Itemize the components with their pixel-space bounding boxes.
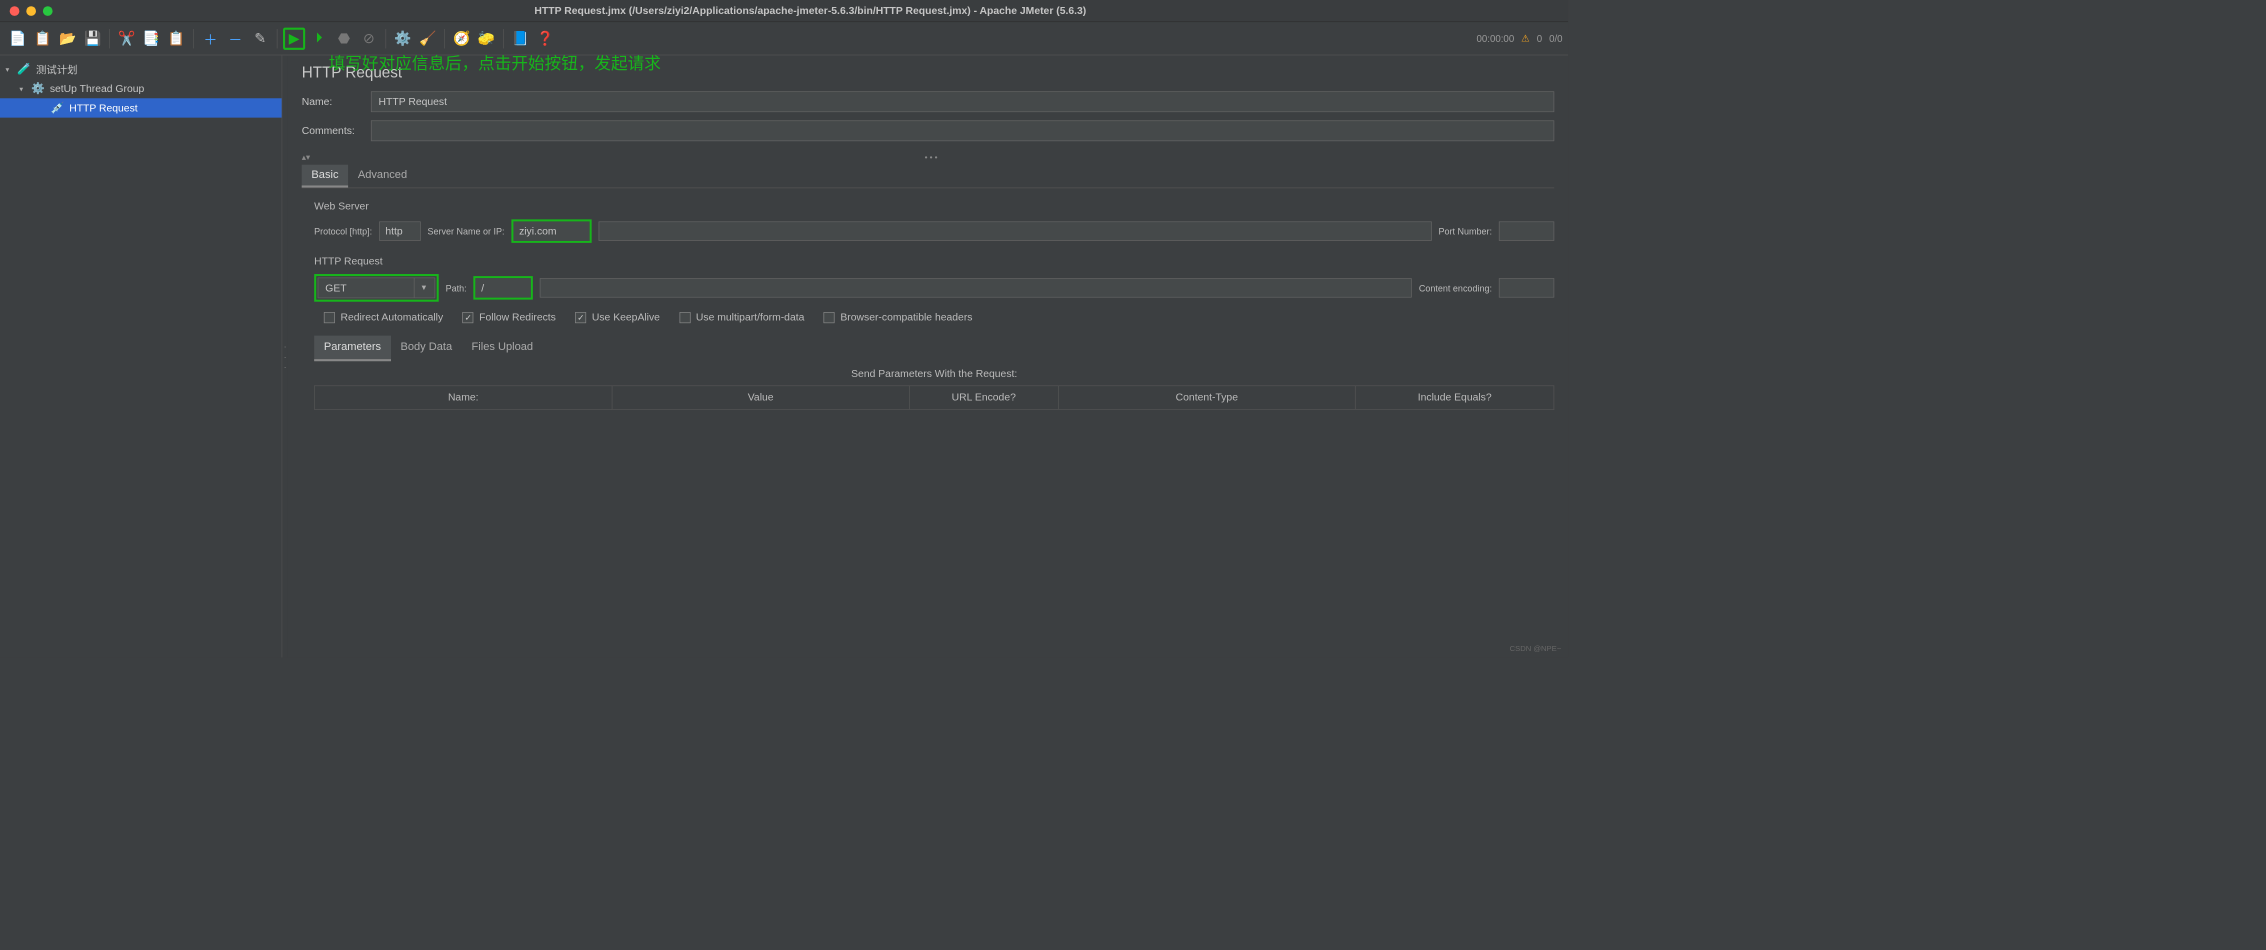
start-button[interactable]: ▶: [283, 27, 305, 49]
params-table-title: Send Parameters With the Request:: [314, 368, 1554, 380]
function-helper-icon[interactable]: 📘: [509, 27, 531, 49]
remote-stop-icon[interactable]: 🧹: [417, 27, 439, 49]
col-name[interactable]: Name:: [315, 386, 612, 410]
copy-icon[interactable]: 📑: [140, 27, 162, 49]
encoding-input[interactable]: [1499, 278, 1554, 297]
tab-basic[interactable]: Basic: [302, 165, 348, 188]
name-input[interactable]: [371, 91, 1554, 112]
comments-label: Comments:: [302, 125, 371, 137]
checkbox-browser-headers[interactable]: Browser-compatible headers: [824, 311, 973, 323]
templates-icon[interactable]: 📋: [32, 27, 54, 49]
name-label: Name:: [302, 96, 371, 108]
maximize-window-icon[interactable]: [43, 6, 53, 16]
minimize-window-icon[interactable]: [26, 6, 36, 16]
flask-icon: 🧪: [17, 62, 32, 77]
watermark: CSDN @NPE~: [1510, 645, 1562, 653]
parameters-table[interactable]: Name: Value URL Encode? Content-Type Inc…: [314, 385, 1554, 409]
dropper-icon: 💉: [50, 100, 65, 115]
toolbar: 📄 📋 📂 💾 ✂️ 📑 📋 ＋ － ✎ ▶ ⏵ ⬣ ⊘ ⚙️ 🧹 🧭 🧽 📘 …: [0, 22, 1568, 55]
method-dropdown[interactable]: GET ▼: [318, 277, 436, 298]
help-icon[interactable]: ❓: [534, 27, 556, 49]
checkbox-keepalive[interactable]: Use KeepAlive: [575, 311, 660, 323]
server-label: Server Name or IP:: [428, 226, 505, 236]
path-label: Path:: [446, 283, 467, 293]
tab-advanced[interactable]: Advanced: [348, 165, 417, 188]
web-server-legend: Web Server: [314, 201, 1554, 213]
annotation-text: 填写好对应信息后，点击开始按钮，发起请求: [329, 50, 661, 74]
subtab-files-upload[interactable]: Files Upload: [462, 336, 543, 362]
checkbox-multipart[interactable]: Use multipart/form-data: [679, 311, 804, 323]
protocol-label: Protocol [http]:: [314, 226, 372, 236]
remote-start-icon[interactable]: ⚙️: [392, 27, 414, 49]
start-no-pause-icon[interactable]: ⏵: [308, 27, 330, 49]
tree-thread-group[interactable]: ▾ ⚙️ setUp Thread Group: [0, 79, 282, 98]
test-plan-tree[interactable]: ▾ 🧪 测试计划 ▾ ⚙️ setUp Thread Group 💉 HTTP …: [0, 55, 282, 657]
elapsed-time: 00:00:00: [1477, 33, 1515, 44]
method-value: GET: [325, 282, 346, 294]
collapse-bar[interactable]: ▴▾ •••: [302, 152, 1555, 162]
col-value[interactable]: Value: [612, 386, 909, 410]
toggle-icon[interactable]: ✎: [249, 27, 271, 49]
cut-icon[interactable]: ✂️: [116, 27, 138, 49]
new-icon[interactable]: 📄: [7, 27, 29, 49]
checkbox-follow-redirects[interactable]: Follow Redirects: [463, 311, 556, 323]
open-icon[interactable]: 📂: [57, 27, 79, 49]
server-input[interactable]: [514, 221, 590, 240]
tree-http-request[interactable]: 💉 HTTP Request: [0, 98, 282, 117]
comments-input[interactable]: [371, 120, 1554, 141]
titlebar: HTTP Request.jmx (/Users/ziyi2/Applicati…: [0, 0, 1568, 22]
expand-icon[interactable]: ＋: [199, 27, 221, 49]
col-url-encode[interactable]: URL Encode?: [909, 386, 1058, 410]
port-input[interactable]: [1499, 221, 1554, 240]
warning-icon[interactable]: ⚠: [1521, 33, 1530, 45]
gear-icon: ⚙️: [30, 81, 45, 96]
chevron-down-icon: ▼: [414, 278, 428, 297]
stop-icon[interactable]: ⬣: [333, 27, 355, 49]
port-label: Port Number:: [1438, 226, 1492, 236]
col-content-type[interactable]: Content-Type: [1058, 386, 1355, 410]
shutdown-icon[interactable]: ⊘: [358, 27, 380, 49]
triangle-up-icon: ▴▾: [302, 152, 310, 162]
chevron-down-icon[interactable]: ▾: [6, 65, 17, 74]
tree-group-label: setUp Thread Group: [50, 83, 144, 95]
tree-sampler-label: HTTP Request: [69, 102, 137, 114]
tree-root-test-plan[interactable]: ▾ 🧪 测试计划: [0, 60, 282, 79]
server-input-ext[interactable]: [599, 221, 1432, 240]
http-request-legend: HTTP Request: [314, 255, 1554, 267]
checkbox-redirect-auto[interactable]: Redirect Automatically: [324, 311, 443, 323]
encoding-label: Content encoding:: [1419, 283, 1492, 293]
protocol-input[interactable]: [379, 221, 421, 240]
subtab-body-data[interactable]: Body Data: [391, 336, 462, 362]
path-input-ext[interactable]: [540, 278, 1412, 297]
collapse-icon[interactable]: －: [224, 27, 246, 49]
clear-all-icon[interactable]: 🧽: [475, 27, 497, 49]
path-input[interactable]: [476, 278, 531, 297]
subtab-parameters[interactable]: Parameters: [314, 336, 391, 362]
close-window-icon[interactable]: [10, 6, 20, 16]
toolbar-status: 00:00:00 ⚠ 0 0/0: [1477, 33, 1563, 45]
body-tabs: Parameters Body Data Files Upload: [302, 336, 1555, 362]
thread-count: 0/0: [1549, 33, 1562, 44]
paste-icon[interactable]: 📋: [165, 27, 187, 49]
editor-panel: HTTP Request Name: Comments: ▴▾ ••• Basi…: [288, 55, 1568, 657]
chevron-down-icon[interactable]: ▾: [19, 84, 30, 93]
config-tabs: Basic Advanced: [302, 165, 1555, 189]
tree-root-label: 测试计划: [36, 62, 78, 77]
error-count: 0: [1537, 33, 1542, 44]
window-controls: [0, 6, 53, 16]
window-title: HTTP Request.jmx (/Users/ziyi2/Applicati…: [53, 5, 1568, 17]
col-include-equals[interactable]: Include Equals?: [1356, 386, 1554, 410]
clear-icon[interactable]: 🧭: [450, 27, 472, 49]
save-icon[interactable]: 💾: [82, 27, 104, 49]
